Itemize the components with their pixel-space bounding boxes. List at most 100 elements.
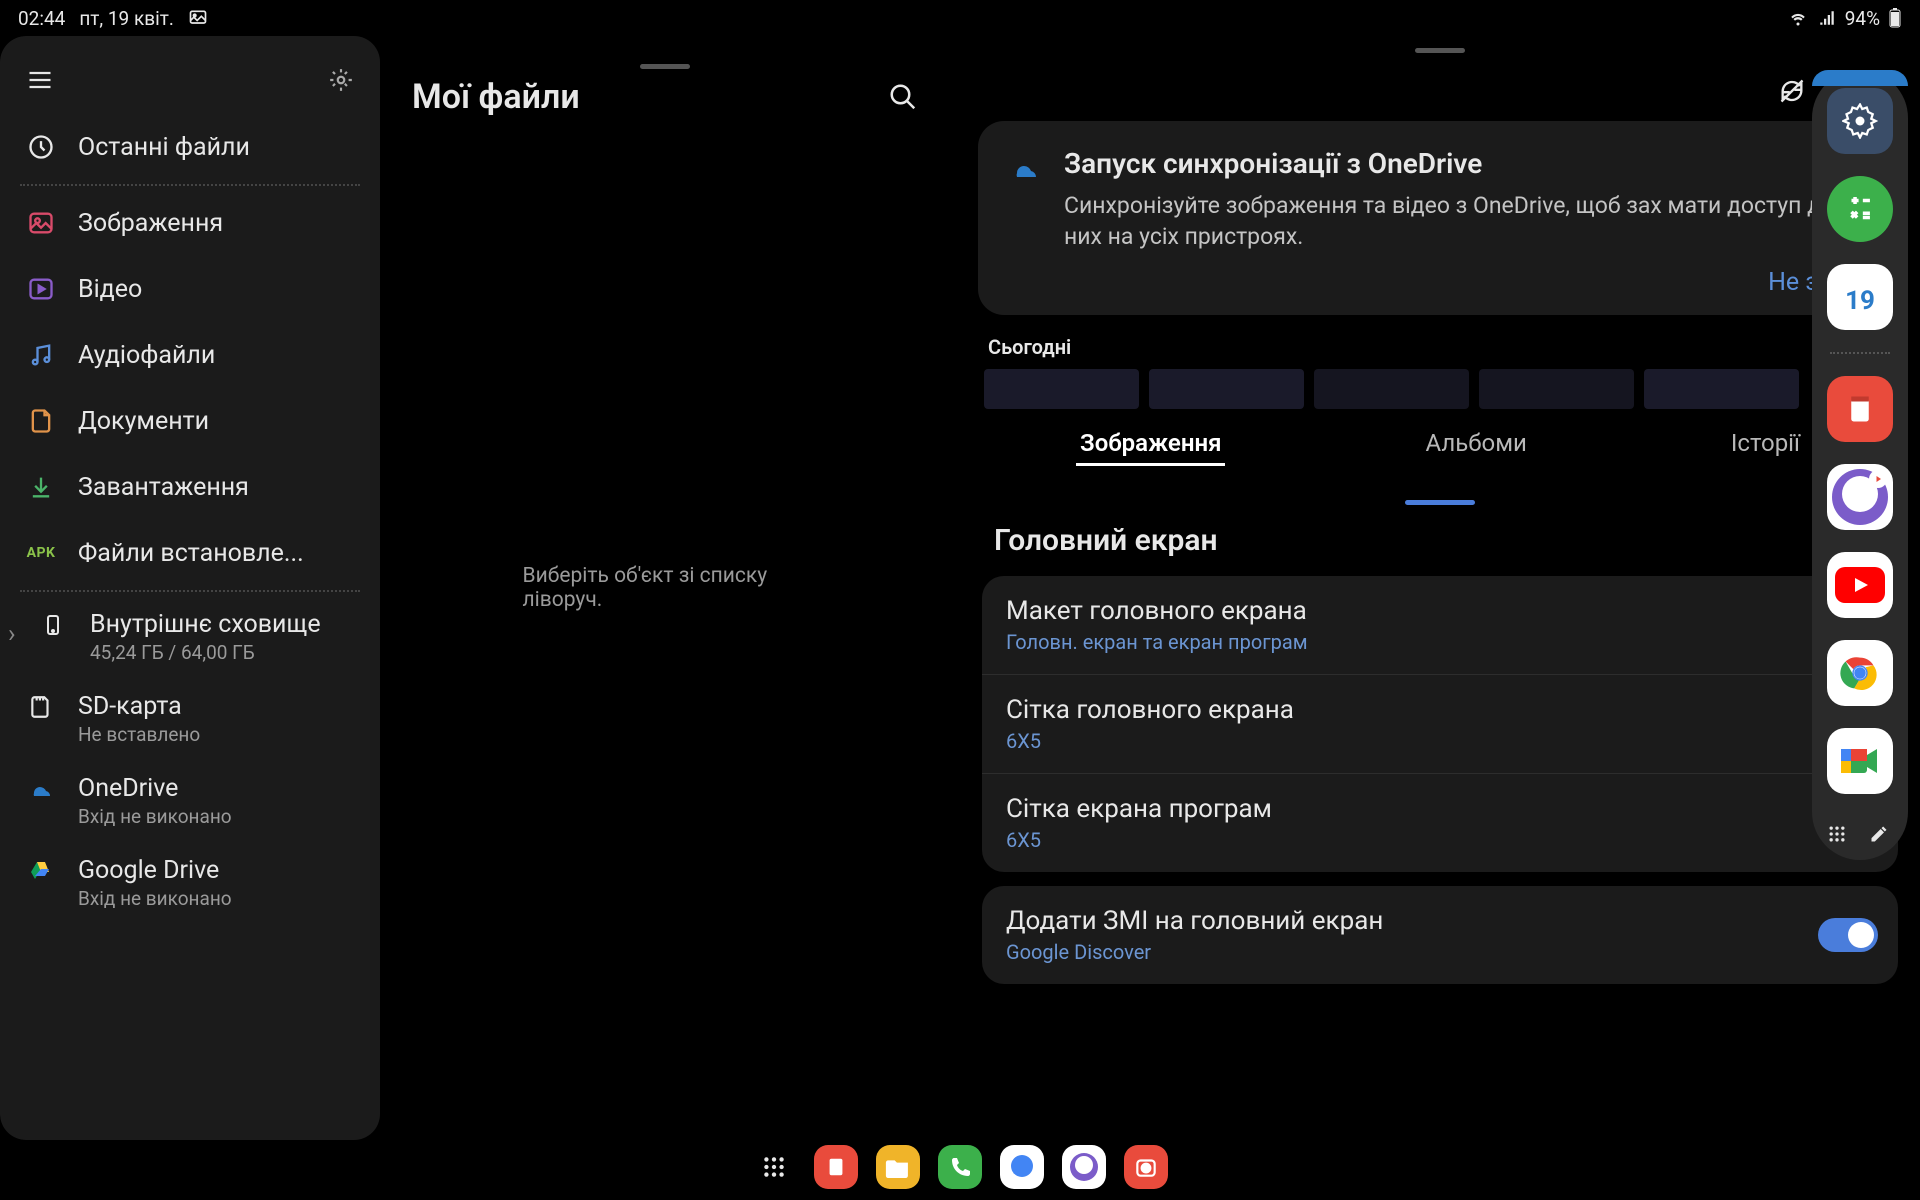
dock-browser-app[interactable] <box>1827 464 1893 530</box>
sidebar-internal-storage[interactable]: › Внутрішнє сховище 45,24 ГБ / 64,00 ГБ <box>0 596 380 678</box>
gallery-thumb[interactable] <box>1314 369 1469 409</box>
document-icon <box>26 406 56 436</box>
setting-apps-grid[interactable]: Сітка екрана програм 6X5 <box>982 774 1898 872</box>
menu-icon[interactable] <box>26 66 54 94</box>
setting-label: Сітка екрана програм <box>1006 794 1874 824</box>
setting-label: Додати ЗМІ на головний екран <box>1006 906 1874 936</box>
onedrive-card-title: Запуск синхронізації з OneDrive <box>1064 147 1872 180</box>
sidebar-apk-label: Файли встановле... <box>78 539 304 568</box>
search-icon[interactable] <box>888 82 918 112</box>
sync-icon[interactable] <box>1778 77 1806 105</box>
dock-edit-button[interactable] <box>1869 824 1893 848</box>
empty-placeholder: Виберіть об'єкт зі списку ліворуч. <box>523 564 808 612</box>
wifi-icon <box>1787 9 1809 27</box>
download-icon <box>26 472 56 502</box>
taskbar <box>0 1142 1920 1192</box>
sidebar-sdcard[interactable]: SD-карта Не вставлено <box>0 678 380 760</box>
files-sidebar: Останні файли Зображення Відео Аудіофайл… <box>0 36 380 1140</box>
today-label: Сьогодні <box>978 335 1902 359</box>
audio-icon <box>26 340 56 370</box>
files-app-panel: Останні файли Зображення Відео Аудіофайл… <box>0 36 950 1140</box>
battery-icon <box>1888 8 1902 28</box>
dock-settings-app[interactable] <box>1827 88 1893 154</box>
sidebar-gdrive[interactable]: Google Drive Вхід не виконано <box>0 842 380 924</box>
dock-calendar-app[interactable]: 19 <box>1827 264 1893 330</box>
phone-storage-icon <box>38 610 68 640</box>
settings-icon[interactable] <box>328 67 354 93</box>
calendar-day: 19 <box>1845 286 1875 316</box>
sidebar-apk[interactable]: APK Файли встановле... <box>0 520 380 586</box>
sidebar-downloads-label: Завантаження <box>78 473 249 502</box>
gdrive-icon <box>26 856 56 886</box>
onedrive-label: OneDrive <box>78 774 232 803</box>
drag-handle[interactable] <box>640 64 690 69</box>
sidebar-documents-label: Документи <box>78 407 209 436</box>
setting-value: Головн. екран та екран програм <box>1006 630 1874 654</box>
status-bar: 02:44 пт, 19 квіт. 94% <box>0 0 1920 36</box>
dock-youtube-app[interactable] <box>1827 552 1893 618</box>
dock-chrome-app[interactable] <box>1827 640 1893 706</box>
dock-meet-app[interactable] <box>1827 728 1893 794</box>
sidebar-onedrive[interactable]: OneDrive Вхід не виконано <box>0 760 380 842</box>
sidebar-video-label: Відео <box>78 275 142 304</box>
toggle-switch[interactable] <box>1818 918 1878 952</box>
gallery-thumb[interactable] <box>1644 369 1799 409</box>
drag-handle[interactable] <box>1405 500 1475 505</box>
setting-label: Макет головного екрана <box>1006 596 1874 626</box>
edge-panel[interactable]: 19 <box>1812 70 1908 860</box>
gdrive-label: Google Drive <box>78 856 232 885</box>
taskbar-internet[interactable] <box>1062 1145 1106 1189</box>
signal-icon <box>1817 9 1837 27</box>
sdcard-label: SD-карта <box>78 692 200 721</box>
taskbar-phone[interactable] <box>938 1145 982 1189</box>
image-icon <box>26 208 56 238</box>
files-content: Мої файли Виберіть об'єкт зі списку ліво… <box>380 36 950 1140</box>
onedrive-sublabel: Вхід не виконано <box>78 805 232 828</box>
gallery-settings-panel: Запуск синхронізації з OneDrive Синхроні… <box>960 36 1920 1140</box>
tab-images[interactable]: Зображення <box>1076 423 1225 466</box>
setting-home-layout[interactable]: Макет головного екрана Головн. екран та … <box>982 576 1898 675</box>
status-date: пт, 19 квіт. <box>79 7 174 30</box>
onedrive-dismiss-button[interactable]: Не зараз <box>1008 268 1872 297</box>
taskbar-messages[interactable] <box>1000 1145 1044 1189</box>
internal-label: Внутрішнє сховище <box>90 610 321 639</box>
sidebar-recent-files[interactable]: Останні файли <box>0 114 380 180</box>
dock-notes-app[interactable] <box>1827 376 1893 442</box>
taskbar-camera[interactable] <box>1124 1145 1168 1189</box>
sdcard-sublabel: Не вставлено <box>78 723 200 746</box>
apk-icon: APK <box>26 538 56 568</box>
setting-media-home[interactable]: Додати ЗМІ на головний екран Google Disc… <box>982 886 1898 984</box>
sidebar-documents[interactable]: Документи <box>0 388 380 454</box>
dock-calculator-app[interactable] <box>1827 176 1893 242</box>
taskbar-apps-button[interactable] <box>752 1145 796 1189</box>
divider <box>20 184 360 186</box>
onedrive-card-desc: Синхронізуйте зображення та відео з OneD… <box>1064 190 1872 252</box>
gallery-thumb[interactable] <box>984 369 1139 409</box>
setting-home-grid[interactable]: Сітка головного екрана 6X5 <box>982 675 1898 774</box>
gallery-thumb[interactable] <box>1479 369 1634 409</box>
sidebar-images[interactable]: Зображення <box>0 190 380 256</box>
sidebar-audio[interactable]: Аудіофайли <box>0 322 380 388</box>
gallery-thumb[interactable] <box>1149 369 1304 409</box>
sidebar-images-label: Зображення <box>78 209 223 238</box>
dock-divider <box>1830 352 1890 354</box>
taskbar-files[interactable] <box>876 1145 920 1189</box>
today-section: Сьогодні Зображення Альбоми Історії <box>960 323 1920 484</box>
onedrive-icon <box>26 774 56 804</box>
gdrive-sublabel: Вхід не виконано <box>78 887 232 910</box>
sidebar-audio-label: Аудіофайли <box>78 341 215 370</box>
tab-stories[interactable]: Історії <box>1727 423 1804 466</box>
drag-handle[interactable] <box>1415 48 1465 53</box>
battery-percent: 94% <box>1845 7 1880 30</box>
sidebar-video[interactable]: Відео <box>0 256 380 322</box>
setting-label: Сітка головного екрана <box>1006 695 1874 725</box>
setting-value: Google Discover <box>1006 940 1874 964</box>
tab-albums[interactable]: Альбоми <box>1421 423 1530 466</box>
home-settings-title: Головний екран <box>982 517 1898 576</box>
dock-apps-grid-button[interactable] <box>1827 824 1851 848</box>
taskbar-notes[interactable] <box>814 1145 858 1189</box>
divider <box>20 590 360 592</box>
chevron-right-icon: › <box>8 620 16 649</box>
video-icon <box>26 274 56 304</box>
sidebar-downloads[interactable]: Завантаження <box>0 454 380 520</box>
